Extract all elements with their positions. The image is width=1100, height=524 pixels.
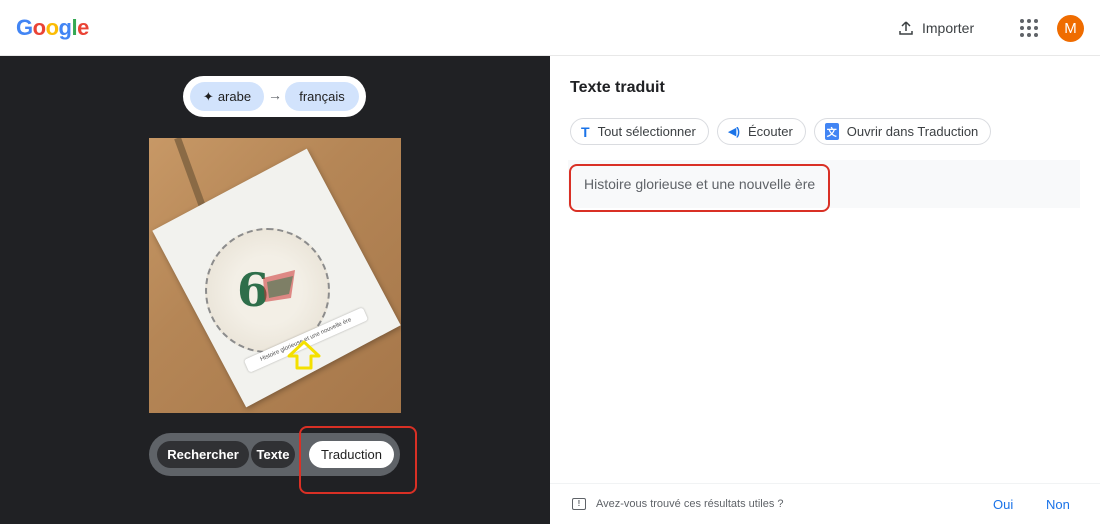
feedback-no-button[interactable]: Non [1046,497,1070,512]
sparkle-icon: ✦ [202,88,214,104]
source-language-chip[interactable]: ✦ arabe [190,82,264,111]
feedback-question: Avez-vous trouvé ces résultats utiles ? [596,498,784,510]
mode-text-button[interactable]: Texte [251,441,295,468]
mode-search-button[interactable]: Rechercher [157,441,249,468]
highlight-box-translate [299,426,417,494]
listen-label: Écouter [747,124,793,139]
language-selector: ✦ arabe → français [183,76,366,117]
action-bar: T Tout sélectionner ◀) Écouter 文 Ouvrir … [570,118,992,146]
listen-button[interactable]: ◀) Écouter [716,118,806,145]
translate-icon: 文 [824,123,839,140]
swap-arrow-icon: → [268,87,282,103]
feedback-yes-button[interactable]: Oui [993,497,1013,512]
speaker-icon: ◀) [727,126,740,138]
logo-letter: G [16,15,33,40]
image-panel: ✦ arabe → français 6 Histoire glorieuse … [0,56,550,524]
open-in-translate-button[interactable]: 文 Ouvrir dans Traduction [813,118,992,145]
select-all-button[interactable]: T Tout sélectionner [570,118,709,145]
highlight-box-result [569,164,830,212]
upload-button[interactable]: Importer [898,16,974,40]
up-arrow-icon [287,340,321,370]
avatar[interactable]: M [1057,15,1084,42]
target-language-chip[interactable]: français [285,82,359,111]
upload-icon [899,21,913,35]
logo-letter: g [58,15,72,40]
logo-letter: o [45,15,59,40]
pin-shape [174,138,207,210]
select-all-label: Tout sélectionner [597,124,696,139]
apps-grid-icon[interactable] [1018,17,1040,39]
translation-panel: Texte traduit T Tout sélectionner ◀) Éco… [550,56,1100,524]
feedback-bar: ! Avez-vous trouvé ces résultats utiles … [550,483,1100,524]
google-logo[interactable]: Google [16,15,89,41]
open-in-translate-label: Ouvrir dans Traduction [846,124,979,139]
upload-label: Importer [922,20,975,36]
top-bar: Google Importer M [0,0,1100,56]
feedback-icon: ! [572,498,586,510]
logo-letter: o [32,15,46,40]
text-select-icon: T [581,123,590,140]
panel-title: Texte traduit [570,79,665,96]
uploaded-image[interactable]: 6 Histoire glorieuse et une nouvelle ère [149,138,401,413]
source-language-label: arabe [217,89,252,104]
target-language-label: français [299,89,345,104]
logo-letter: e [77,15,89,40]
